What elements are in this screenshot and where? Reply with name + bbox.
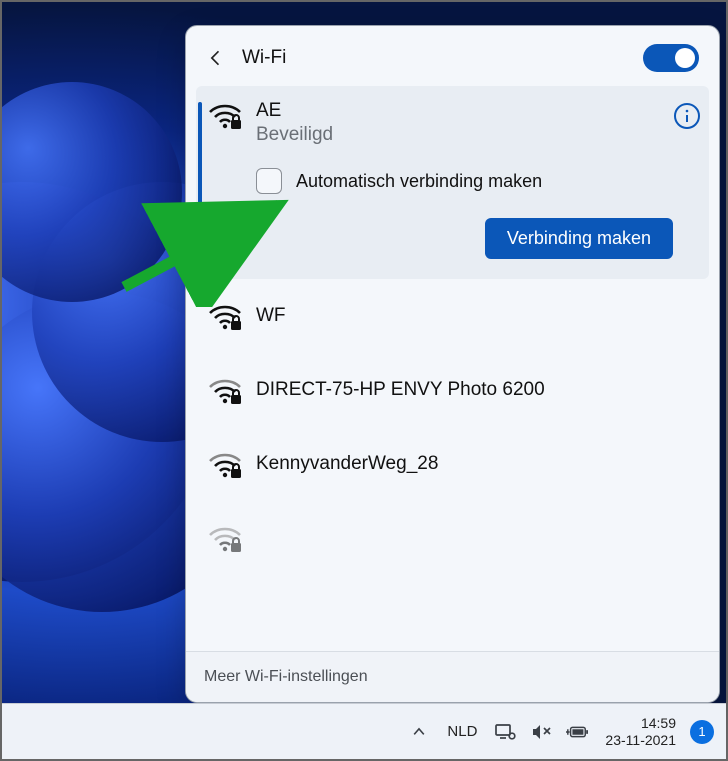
wifi-secure-icon [208, 451, 242, 479]
network-tray-icon[interactable] [494, 721, 516, 743]
network-item[interactable] [196, 501, 709, 575]
flyout-footer: Meer Wi-Fi-instellingen [186, 651, 719, 702]
auto-connect-label: Automatisch verbinding maken [296, 171, 542, 192]
auto-connect-checkbox[interactable] [256, 168, 282, 194]
wifi-toggle[interactable] [643, 44, 699, 72]
network-name: AE [256, 100, 673, 122]
network-item-selected[interactable]: AE Beveiligd Automatisch verbinding make… [196, 86, 709, 279]
language-indicator[interactable]: NLD [447, 723, 477, 740]
flyout-header: Wi-Fi [186, 26, 719, 86]
network-item[interactable]: WF [196, 279, 709, 353]
taskbar: NLD 14:59 23-11-2021 1 [2, 703, 726, 759]
time-text: 14:59 [605, 715, 676, 732]
connect-button[interactable]: Verbinding maken [485, 218, 673, 259]
network-item[interactable]: KennyvanderWeg_28 [196, 427, 709, 501]
battery-charging-icon[interactable] [566, 721, 588, 743]
wifi-secure-icon [208, 377, 242, 405]
wifi-secure-icon [208, 102, 242, 130]
volume-mute-icon[interactable] [530, 721, 552, 743]
wifi-secure-icon [208, 525, 242, 553]
flyout-title: Wi-Fi [242, 47, 286, 69]
selection-indicator [198, 102, 202, 282]
info-icon[interactable] [673, 102, 701, 130]
clock[interactable]: 14:59 23-11-2021 [605, 715, 676, 749]
more-wifi-settings-link[interactable]: Meer Wi-Fi-instellingen [204, 668, 368, 685]
network-item[interactable]: DIRECT-75-HP ENVY Photo 6200 [196, 353, 709, 427]
network-name: DIRECT-75-HP ENVY Photo 6200 [256, 379, 545, 401]
wifi-flyout: Wi-Fi AE Beveiligd [185, 25, 720, 703]
network-status: Beveiligd [256, 124, 673, 146]
network-list: AE Beveiligd Automatisch verbinding make… [186, 86, 719, 651]
network-name: WF [256, 305, 286, 327]
network-name: KennyvanderWeg_28 [256, 453, 438, 475]
tray-overflow-icon[interactable] [408, 721, 430, 743]
back-button[interactable] [204, 46, 228, 70]
notification-badge[interactable]: 1 [690, 720, 714, 744]
wifi-secure-icon [208, 303, 242, 331]
date-text: 23-11-2021 [605, 732, 676, 749]
